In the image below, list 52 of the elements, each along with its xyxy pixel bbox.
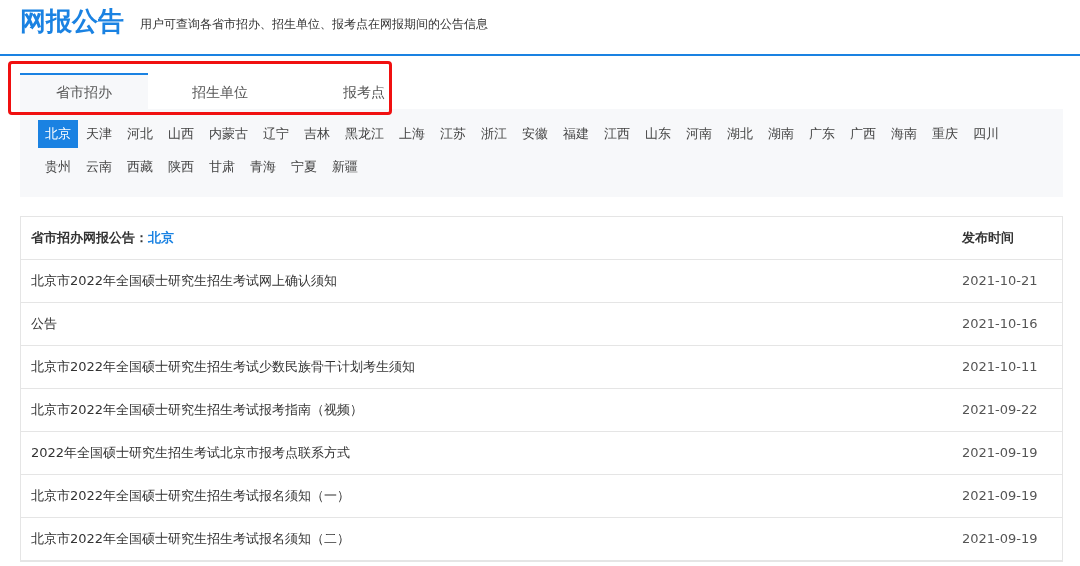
province-chip[interactable]: 宁夏 [284, 153, 324, 181]
notice-link[interactable]: 公告 [31, 314, 962, 334]
province-chip[interactable]: 湖北 [720, 120, 760, 148]
tab[interactable]: 报考点 [292, 73, 436, 109]
tab[interactable]: 招生单位 [148, 73, 292, 109]
province-chip[interactable]: 西藏 [120, 153, 160, 181]
date-cell-text: 2021-09-19 [962, 530, 1039, 549]
province-chip[interactable]: 安徽 [515, 120, 555, 148]
province-chip[interactable]: 河北 [120, 120, 160, 148]
province-chip[interactable]: 浙江 [474, 120, 514, 148]
province-chip[interactable]: 新疆 [325, 153, 365, 181]
province-chip[interactable]: 青海 [243, 153, 283, 181]
province-chip[interactable]: 上海 [392, 120, 432, 148]
province-chip[interactable]: 北京 [38, 120, 78, 148]
notice-link[interactable]: 北京市2022年全国硕士研究生招生考试网上确认须知 [31, 271, 962, 291]
province-chip[interactable]: 河南 [679, 120, 719, 148]
tab[interactable]: 省市招办 [20, 73, 148, 109]
province-chip[interactable]: 黑龙江 [338, 120, 391, 148]
notice-link[interactable]: 北京市2022年全国硕士研究生招生考试报名须知（一） [31, 486, 962, 506]
province-chip[interactable]: 吉林 [297, 120, 337, 148]
province-chip[interactable]: 四川 [966, 120, 1006, 148]
date-cell-text: 2021-09-19 [962, 487, 1039, 506]
province-chip[interactable]: 天津 [79, 120, 119, 148]
province-chip[interactable]: 山西 [161, 120, 201, 148]
province-chip[interactable]: 江苏 [433, 120, 473, 148]
notice-link[interactable]: 北京市2022年全国硕士研究生招生考试报名须知（二） [31, 529, 962, 549]
date-cell-text: 2021-10-16 [962, 315, 1039, 334]
column-header: 发布时间 [962, 229, 1015, 248]
province-chip[interactable]: 广西 [843, 120, 883, 148]
page-subtitle: 用户可查询各省市招办、招生单位、报考点在网报期间的公告信息 [140, 18, 488, 33]
table-heading: 省市招办网报公告：北京 [31, 229, 175, 248]
date-cell-text: 2021-09-19 [962, 444, 1039, 463]
province-chip[interactable]: 辽宁 [256, 120, 296, 148]
province-chip[interactable]: 陕西 [161, 153, 201, 181]
province-chip[interactable]: 云南 [79, 153, 119, 181]
notice-link[interactable]: 北京市2022年全国硕士研究生招生考试报考指南（视频） [31, 400, 962, 420]
province-chip[interactable]: 湖南 [761, 120, 801, 148]
province-chip[interactable]: 贵州 [38, 153, 78, 181]
province-chip[interactable]: 内蒙古 [202, 120, 255, 148]
notice-link[interactable]: 北京市2022年全国硕士研究生招生考试少数民族骨干计划考生须知 [31, 357, 962, 377]
province-chip[interactable]: 广东 [802, 120, 842, 148]
date-cell-text: 2021-10-11 [962, 358, 1039, 377]
province-chip[interactable]: 江西 [597, 120, 637, 148]
province-chip[interactable]: 福建 [556, 120, 596, 148]
page-title: 网报公告 [20, 8, 124, 34]
date-cell-text: 2021-10-21 [962, 272, 1039, 291]
province-chip[interactable]: 山东 [638, 120, 678, 148]
notice-link[interactable]: 2022年全国硕士研究生招生考试北京市报考点联系方式 [31, 443, 962, 463]
province-chip[interactable]: 甘肃 [202, 153, 242, 181]
province-chip[interactable]: 海南 [884, 120, 924, 148]
province-chip[interactable]: 重庆 [925, 120, 965, 148]
date-cell-text: 2021-09-22 [962, 401, 1039, 420]
